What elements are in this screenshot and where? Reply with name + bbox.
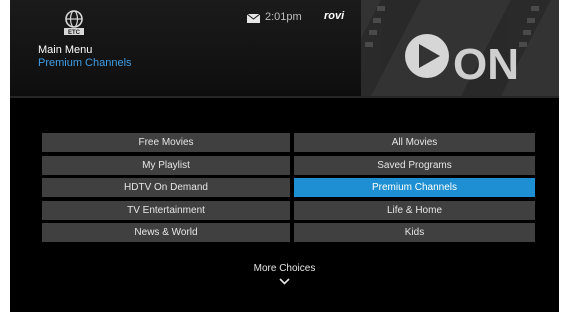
film-strip-graphic: ON (361, 0, 559, 96)
menu-item-life-home[interactable]: Life & Home (294, 201, 535, 220)
menu-item-my-playlist[interactable]: My Playlist (42, 156, 290, 175)
mail-icon[interactable] (247, 14, 260, 23)
menu-item-tv-entertainment[interactable]: TV Entertainment (42, 201, 290, 220)
menu-item-premium-channels[interactable]: Premium Channels (294, 178, 535, 197)
menu-item-kids[interactable]: Kids (294, 223, 535, 242)
menu-item-hdtv-on-demand[interactable]: HDTV On Demand (42, 178, 290, 197)
svg-text:ETC: ETC (68, 30, 81, 36)
menu-item-news-world[interactable]: News & World (42, 223, 290, 242)
menu-item-free-movies[interactable]: Free Movies (42, 133, 290, 152)
more-choices-button[interactable]: More Choices (10, 263, 559, 274)
brand-logo: rovi (324, 10, 345, 22)
tv-screen: ETC Main Menu Premium Channels 2:01pm ro… (10, 0, 559, 312)
menu-item-all-movies[interactable]: All Movies (294, 133, 535, 152)
header: ETC Main Menu Premium Channels 2:01pm ro… (10, 0, 559, 96)
page-subtitle: Premium Channels (38, 57, 132, 69)
clock: 2:01pm (265, 11, 302, 23)
menu-item-saved-programs[interactable]: Saved Programs (294, 156, 535, 175)
globe-logo-icon: ETC (64, 10, 84, 36)
banner-text: ON (453, 40, 519, 89)
chevron-down-icon[interactable] (279, 278, 290, 285)
page-title: Main Menu (38, 44, 93, 56)
on-demand-banner: ON (361, 0, 559, 96)
header-divider (10, 96, 559, 98)
